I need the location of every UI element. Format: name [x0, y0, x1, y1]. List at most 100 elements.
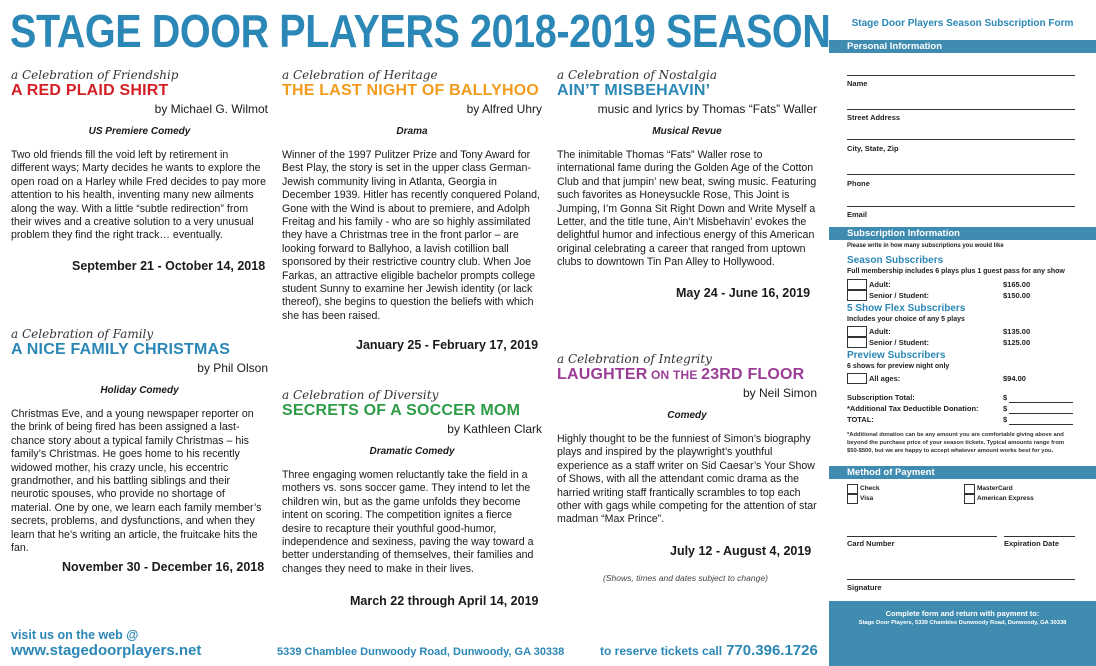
show-name-text: A NICE FAMILY CHRISTMAS [11, 341, 231, 358]
total-label: TOTAL: [847, 415, 874, 424]
name-field-label: Name [847, 79, 868, 88]
show-author: by Phil Olson [197, 361, 268, 375]
season-adult-qty[interactable] [847, 279, 867, 290]
row-price: $94.00 [1003, 374, 1026, 383]
signature-line[interactable] [847, 579, 1075, 580]
show-aint-misbehavin: a Celebration of Nostalgia AIN’T MISBEHA… [557, 68, 817, 270]
show-name: THE LAST NIGHT OF BALLYHOO [282, 82, 542, 100]
dollar-sign: $ [1003, 404, 1008, 413]
show-author: by Kathleen Clark [447, 422, 542, 436]
flex-senior-qty[interactable] [847, 337, 867, 348]
show-dates: January 25 - February 17, 2019 [356, 338, 539, 352]
show-name: A NICE FAMILY CHRISTMAS [11, 341, 268, 359]
dollar-sign: $ [1003, 393, 1008, 402]
show-description: The inimitable Thomas “Fats” Waller rose… [557, 149, 817, 269]
show-name: SECRETS OF A SOCCER MOM [282, 402, 542, 420]
season-adult-row: Adult: $165.00 [847, 279, 1047, 290]
subscription-info-header: Subscription Information [829, 227, 1096, 240]
subscription-instruction: Please write in how many subscriptions y… [847, 243, 1004, 249]
donation-row: *Additional Tax Deductible Donation: $ [847, 404, 1075, 414]
row-label: Adult: [869, 327, 891, 336]
expiration-line[interactable] [1004, 536, 1075, 537]
subscription-form: Stage Door Players Season Subscription F… [829, 0, 1096, 666]
show-name-text: ON THE [647, 368, 702, 382]
city-field-label: City, State, Zip [847, 144, 899, 153]
show-name-text: THE LAST NIGHT OF BALLYHOO [282, 82, 540, 99]
season-title: STAGE DOOR PLAYERS 2018-2019 SEASON [10, 5, 831, 57]
address-field-line[interactable] [847, 109, 1075, 110]
footer-tickets-label: to reserve tickets call [600, 644, 723, 658]
row-label: Senior / Student: [869, 338, 929, 347]
footer-tickets: to reserve tickets call 770.396.1726 [600, 642, 818, 659]
flex-subscribers-title: 5 Show Flex Subscribers [847, 303, 966, 314]
subscription-total-field[interactable] [1009, 402, 1073, 403]
row-label: All ages: [869, 374, 901, 383]
card-number-line[interactable] [847, 536, 997, 537]
show-genre: Holiday Comedy [100, 385, 179, 396]
footer-phone[interactable]: 770.396.1726 [726, 642, 818, 659]
payment-method-header: Method of Payment [829, 466, 1096, 479]
show-name-text: AIN’T MISBEHAVIN’ [557, 82, 711, 99]
show-genre: Comedy [667, 410, 707, 421]
city-field-line[interactable] [847, 139, 1075, 140]
season-senior-qty[interactable] [847, 290, 867, 301]
return-line-2: Stage Door Players, 5339 Chamblee Dunwoo… [858, 620, 1067, 626]
total-label: Subscription Total: [847, 393, 915, 402]
phone-field-line[interactable] [847, 174, 1075, 175]
dollar-sign: $ [1003, 415, 1008, 424]
card-number-label: Card Number [847, 539, 895, 548]
row-price: $165.00 [1003, 280, 1031, 289]
show-subtitle: a Celebration of Diversity [282, 388, 439, 402]
footer-website-link[interactable]: www.stagedoorplayers.net [11, 642, 201, 659]
show-name: LAUGHTER ON THE 23RD FLOOR [557, 366, 817, 384]
signature-label: Signature [847, 583, 882, 592]
pay-visa-checkbox[interactable] [847, 494, 858, 504]
show-name-text: LAUGHTER [557, 366, 648, 383]
grand-total-row: TOTAL: $ [847, 415, 1075, 425]
show-description: Highly thought to be the funniest of Sim… [557, 433, 817, 526]
pay-mastercard-checkbox[interactable] [964, 484, 975, 494]
flex-senior-row: Senior / Student: $125.00 [847, 337, 1047, 348]
subscription-total-row: Subscription Total: $ [847, 393, 1075, 403]
show-dates: July 12 - August 4, 2019 [670, 544, 812, 558]
pay-label: Check [860, 485, 880, 492]
total-label: *Additional Tax Deductible Donation: [847, 404, 979, 413]
show-name-text: A RED PLAID SHIRT [11, 82, 169, 99]
flex-adult-qty[interactable] [847, 326, 867, 337]
pay-check-checkbox[interactable] [847, 484, 858, 494]
season-subscribers-desc: Full membership includes 6 plays plus 1 … [847, 268, 1065, 275]
flex-subscribers-desc: Includes your choice of any 5 plays [847, 316, 965, 323]
show-genre: Musical Revue [652, 126, 722, 137]
expiration-label: Expiration Date [1004, 539, 1060, 548]
show-nice-family-christmas: a Celebration of Family A NICE FAMILY CH… [11, 327, 268, 555]
show-dates: November 30 - December 16, 2018 [62, 560, 265, 574]
row-label: Adult: [869, 280, 891, 289]
grand-total-field[interactable] [1009, 424, 1073, 425]
row-price: $125.00 [1003, 338, 1031, 347]
season-senior-row: Senior / Student: $150.00 [847, 290, 1047, 301]
show-subtitle: a Celebration of Integrity [557, 352, 712, 366]
show-subtitle: a Celebration of Nostalgia [557, 68, 718, 82]
form-title: Stage Door Players Season Subscription F… [851, 18, 1074, 29]
show-description: Two old friends fill the void left by re… [11, 149, 266, 242]
phone-field-label: Phone [847, 179, 870, 188]
show-name-text: SECRETS OF A SOCCER MOM [282, 402, 521, 419]
pay-amex-checkbox[interactable] [964, 494, 975, 504]
name-field-line[interactable] [847, 75, 1075, 76]
preview-all-qty[interactable] [847, 373, 867, 384]
flex-adult-row: Adult: $135.00 [847, 326, 1047, 337]
footer-address: 5339 Chamblee Dunwoody Road, Dunwoody, G… [277, 646, 565, 658]
return-line-1: Complete form and return with payment to… [885, 609, 1040, 618]
show-author: by Michael G. Wilmot [154, 102, 268, 116]
show-name: AIN’T MISBEHAVIN’ [557, 82, 817, 100]
show-author: by Neil Simon [742, 386, 817, 400]
show-subtitle: a Celebration of Heritage [282, 68, 438, 82]
email-field-line[interactable] [847, 206, 1075, 207]
season-subscribers-title: Season Subscribers [847, 255, 944, 266]
show-genre: Dramatic Comedy [369, 446, 455, 457]
personal-info-header: Personal Information [829, 40, 1096, 53]
pay-label: Visa [860, 495, 874, 502]
donation-field[interactable] [1009, 413, 1073, 414]
return-instructions: Complete form and return with payment to… [829, 601, 1096, 666]
schedule-disclaimer: (Shows, times and dates subject to chang… [603, 573, 768, 583]
